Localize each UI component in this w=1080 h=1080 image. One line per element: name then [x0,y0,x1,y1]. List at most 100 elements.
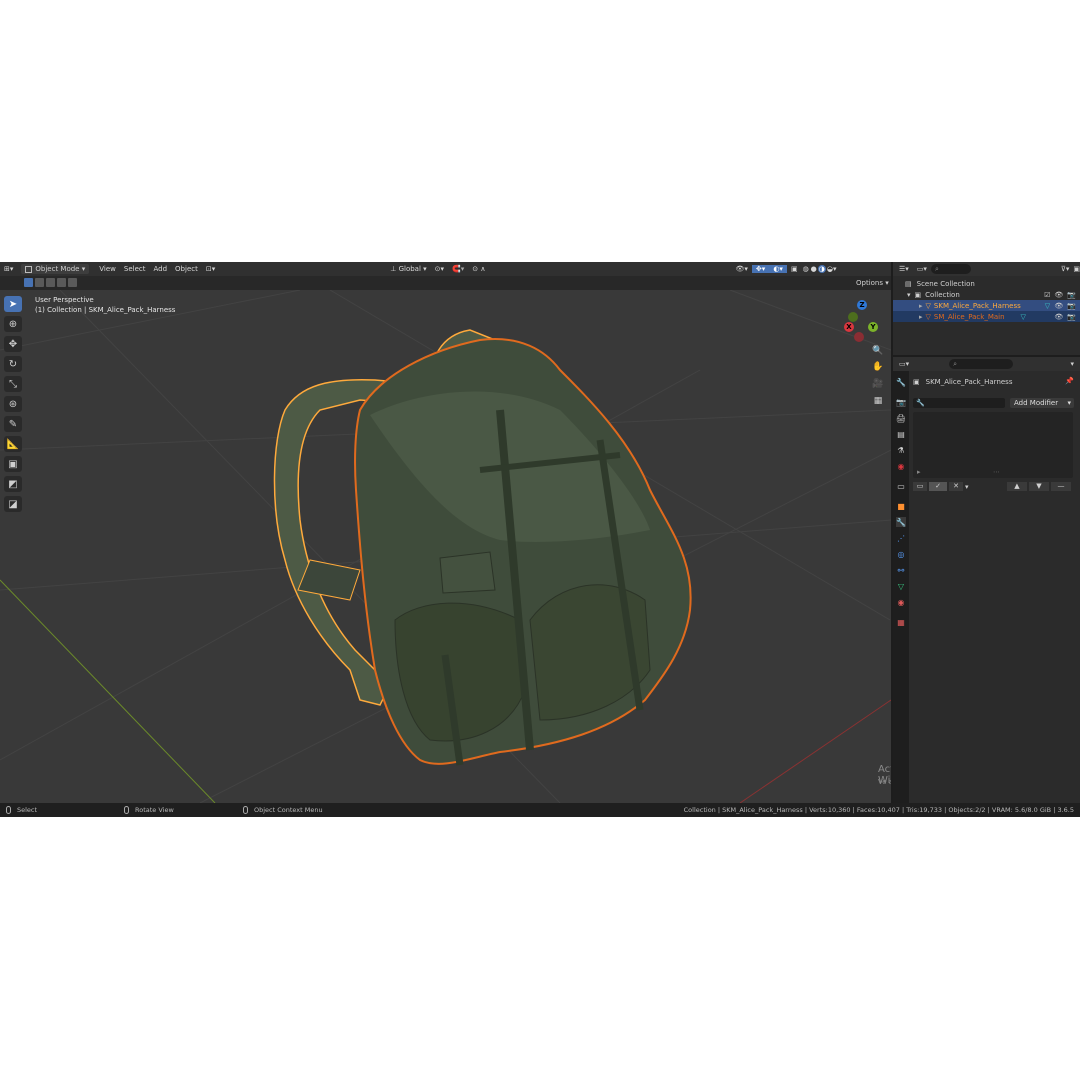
object-tab-icon[interactable]: ■ [896,501,906,511]
xray-toggle-icon[interactable]: ▣ [787,265,802,273]
menu-object[interactable]: Object [171,265,202,273]
pin-icon[interactable]: 📌 [1065,377,1074,385]
transform-orientation-dropdown[interactable]: ⊥ Global ▾ [386,265,430,273]
select-box-icon[interactable]: ➤ [4,296,22,312]
gizmo-toggle-icon[interactable]: ✥▾ [751,265,770,273]
toggle-a-icon[interactable]: ▭ [913,482,927,491]
properties-search-input[interactable]: ⌕ [949,359,1014,369]
toggle-b-icon[interactable]: ✓ [929,482,947,491]
visibility-icon[interactable]: 👁▾ [732,265,752,273]
add-plane-icon[interactable]: ◩ [4,476,22,492]
overlays-toggle-icon[interactable]: ◐▾ [769,265,787,273]
material-tab-icon[interactable]: ◉ [896,597,906,607]
measure-icon[interactable]: 📐 [4,436,22,452]
object-mode-dropdown[interactable]: Object Mode ▾ [21,264,90,274]
eye-icon[interactable]: 👁 [1054,302,1063,310]
gizmo-neg-x[interactable] [854,332,864,342]
scale-icon[interactable]: ⤡ [4,376,22,392]
select-mode-new-icon[interactable] [24,278,33,287]
modifier-search-field[interactable]: 🔧 [913,398,1005,408]
3d-viewport[interactable]: User Perspective (1) Collection | SKM_Al… [0,290,891,803]
snap-icon[interactable]: 🧲▾ [448,265,468,273]
select-mode-intersect-icon[interactable] [68,278,77,287]
outliner-search-input[interactable]: ⌕ [930,264,971,274]
gizmo-y-axis[interactable]: Y [868,322,878,332]
pivot-point-icon[interactable]: ⊙▾ [431,265,448,273]
render-tab-icon[interactable]: 📷 [896,397,906,407]
physics-tab-icon[interactable]: ◎ [896,549,906,559]
shading-wireframe-icon[interactable]: ◍ [802,265,810,273]
expand-arrow-icon[interactable]: ▸ [919,302,923,310]
constraints-tab-icon[interactable]: ⚯ [896,565,906,575]
scene-tab-icon[interactable]: ⚗ [896,445,906,455]
outliner-object-harness[interactable]: ▸ ▽ SKM_Alice_Pack_Harness ▽ 👁 📷 [893,300,1080,311]
resize-handle-icon[interactable]: ⋯ [993,468,1000,476]
camera-render-icon[interactable]: 📷 [1067,302,1076,310]
modifier-list[interactable]: ▸ ⋯ [913,412,1073,478]
ortho-grid-icon[interactable]: ▦ [871,394,885,408]
shading-solid-icon[interactable]: ● [810,265,818,273]
outliner-scene-collection[interactable]: ▤ Scene Collection [893,278,1080,289]
proportional-edit-icon[interactable]: ⊙ ∧ [468,265,489,273]
select-mode-invert-icon[interactable] [57,278,66,287]
editor-type-icon[interactable]: ⊞▾ [0,265,17,273]
world-tab-icon[interactable]: ◉ [896,461,906,471]
gizmo-menu-icon[interactable]: ⊡▾ [202,265,219,273]
particles-tab-icon[interactable]: ⋰ [896,533,906,543]
shading-rendered-icon[interactable]: ◒▾ [826,265,838,273]
menu-select[interactable]: Select [120,265,150,273]
add-image-icon[interactable]: ◪ [4,496,22,512]
pan-hand-icon[interactable]: ✋ [871,360,885,374]
move-down-icon[interactable]: ▼ [1029,482,1049,491]
chevron-down-icon[interactable]: ▾ [965,483,969,491]
outliner-collection[interactable]: ▾ ▣ Collection ☑ 👁 📷 [893,289,1080,300]
filter-icon[interactable]: ⊽▾ [1061,265,1070,273]
outliner-object-main[interactable]: ▸ ▽ SM_Alice_Pack_Main ▽ 👁 📷 [893,311,1080,322]
expand-arrow-icon[interactable]: ▸ [919,313,923,321]
tool-tab-icon[interactable]: 🔧 [896,377,906,387]
expand-arrow-icon[interactable]: ▸ [917,468,921,476]
viewport-scene [0,290,891,803]
move-up-icon[interactable]: ▲ [1007,482,1027,491]
chevron-down-icon[interactable]: ▾ [1070,360,1074,368]
display-mode-icon[interactable]: ▭▾ [917,265,927,273]
options-dropdown[interactable]: Options ▾ [856,279,889,287]
status-context-label: Object Context Menu [254,806,323,814]
add-cube-icon[interactable]: ▣ [4,456,22,472]
gizmo-z-axis[interactable]: Z [857,300,867,310]
add-modifier-button[interactable]: Add Modifier ▾ [1010,398,1074,408]
menu-add[interactable]: Add [149,265,171,273]
gizmo-x-axis[interactable]: X [844,322,854,332]
shading-material-icon[interactable]: ◑ [817,265,826,273]
orientation-label: Global [398,265,421,273]
remove-icon[interactable]: — [1051,482,1071,491]
modifier-tab-icon[interactable]: 🔧 [896,517,906,527]
editor-type-icon[interactable]: ▭▾ [899,360,909,368]
camera-icon[interactable]: 🎥 [871,377,885,391]
cursor-icon[interactable]: ⊕ [4,316,22,332]
rotate-icon[interactable]: ↻ [4,356,22,372]
expand-arrow-icon[interactable]: ▾ [907,291,911,299]
editor-type-icon[interactable]: ☰▾ [899,265,909,273]
eye-icon[interactable]: 👁 [1054,291,1063,299]
data-tab-icon[interactable]: ▽ [896,581,906,591]
eye-icon[interactable]: 👁 [1054,313,1063,321]
collection-tab-icon[interactable]: ▭ [896,481,906,491]
new-collection-icon[interactable]: ▣ [1073,265,1080,273]
camera-render-icon[interactable]: 📷 [1067,313,1076,321]
menu-view[interactable]: View [95,265,120,273]
output-tab-icon[interactable]: 🖨 [896,413,906,423]
move-icon[interactable]: ✥ [4,336,22,352]
view-layer-tab-icon[interactable]: ▤ [896,429,906,439]
toggle-c-icon[interactable]: ✕ [949,482,963,491]
zoom-icon[interactable]: 🔍 [871,344,885,358]
gizmo-neg-y[interactable] [848,312,858,322]
texture-tab-icon[interactable]: ▦ [896,617,906,627]
camera-render-icon[interactable]: 📷 [1067,291,1076,299]
annotate-icon[interactable]: ✎ [4,416,22,432]
select-mode-extend-icon[interactable] [35,278,44,287]
checkbox-icon[interactable]: ☑ [1044,291,1050,299]
select-mode-subtract-icon[interactable] [46,278,55,287]
navigation-gizmo[interactable]: Z Y X [840,298,884,342]
transform-icon[interactable]: ⊛ [4,396,22,412]
